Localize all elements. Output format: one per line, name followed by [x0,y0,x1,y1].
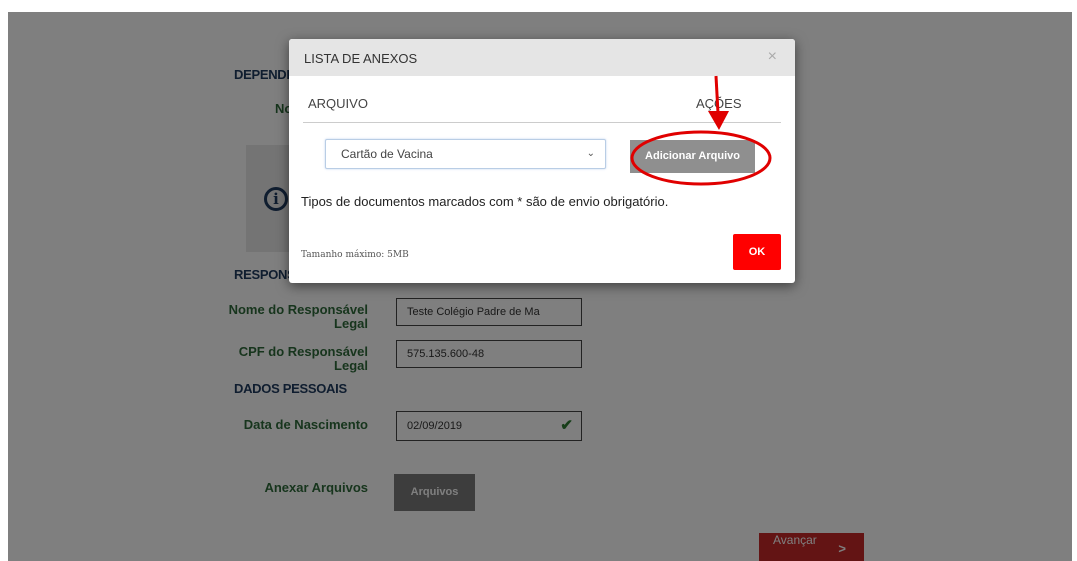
header-divider [303,122,781,123]
ok-button[interactable]: OK [733,234,781,270]
column-header-acoes: AÇÕES [696,96,742,111]
modal-title: LISTA DE ANEXOS [304,51,418,66]
max-size-note: Tamanho máximo: 5MB [301,250,409,260]
modal-header: LISTA DE ANEXOS × [289,39,795,76]
close-icon[interactable]: × [768,48,777,66]
document-type-select[interactable]: Cartão de Vacina ⌄ [325,139,606,169]
chevron-down-icon: ⌄ [586,148,595,159]
document-type-selected: Cartão de Vacina [341,147,433,161]
anexos-modal: LISTA DE ANEXOS × ARQUIVO AÇÕES Cartão d… [289,39,795,283]
app-stage: DEPENDE No i RESPONS Nome do Responsável… [8,12,1072,561]
adicionar-arquivo-button[interactable]: Adicionar Arquivo [630,140,755,173]
required-documents-notice: Tipos de documentos marcados com * são d… [301,194,669,209]
column-header-arquivo: ARQUIVO [308,96,368,111]
